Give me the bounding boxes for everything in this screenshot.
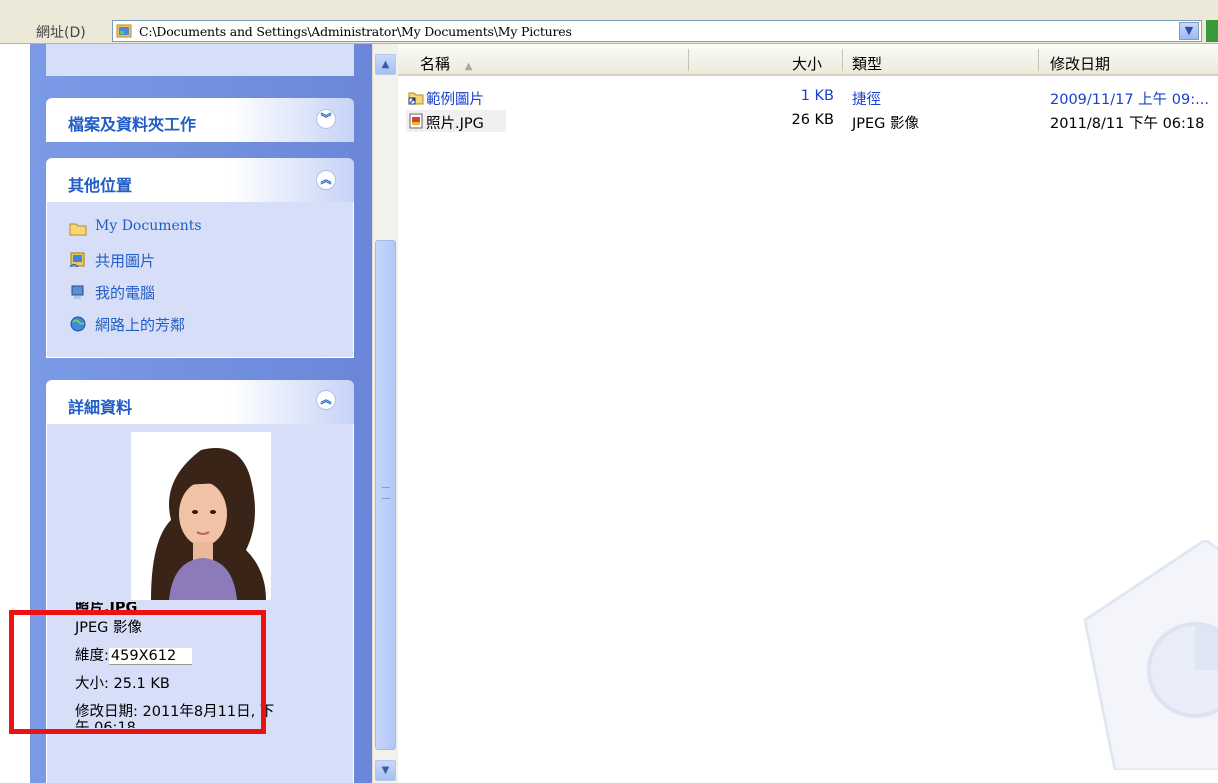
details-file-name: 照片.JPG: [75, 602, 138, 616]
file-name: 照片.JPG: [426, 116, 484, 132]
my-computer-icon: [71, 285, 84, 299]
details-file-type: JPEG 影像: [75, 620, 143, 636]
file-size: 1 KB: [800, 88, 834, 104]
column-header-row: 名稱 ▲ 大小 類型 修改日期: [398, 44, 1218, 76]
file-row[interactable]: 照片.JPG 26 KB JPEG 影像 2011/8/11 下午 06:18: [398, 110, 1218, 132]
sort-ascending-icon: ▲: [464, 61, 473, 72]
collapse-chevron-icon[interactable]: ︽: [316, 170, 336, 190]
column-header-modified[interactable]: 修改日期: [1050, 53, 1110, 74]
link-label: 共用圖片: [95, 252, 156, 270]
photo-thumbnail: [131, 432, 271, 600]
jpeg-file-icon: [409, 113, 423, 129]
link-label: 網路上的芳鄰: [95, 316, 186, 334]
other-places-body: My Documents 共用圖片 我的電腦 網路上的芳鄰: [46, 202, 354, 358]
details-title: 詳細資料: [68, 398, 133, 417]
collapsed-panel-fragment: [46, 44, 354, 76]
details-text: 照片.JPG JPEG 影像 維度: 459X612 大小: 25.1 KB 修改…: [75, 602, 274, 728]
link-label: My Documents: [95, 218, 202, 234]
column-header-name[interactable]: 名稱 ▲: [420, 53, 473, 74]
address-field[interactable]: C:\Documents and Settings\Administrator\…: [112, 20, 1202, 42]
expand-chevron-icon[interactable]: ︾: [316, 109, 336, 129]
go-button[interactable]: [1206, 20, 1218, 42]
file-type: 捷徑: [852, 92, 881, 108]
task-pane: 檔案及資料夾工作 ︾ 其他位置 ︽ My Documents 共用圖片 我的電腦…: [30, 44, 372, 783]
shortcut-folder-icon: [408, 92, 424, 105]
column-name-label: 名稱: [420, 55, 451, 73]
file-name: 範例圖片: [426, 92, 484, 108]
file-modified: 2009/11/17 上午 09:...: [1050, 92, 1209, 108]
file-tasks-header[interactable]: 檔案及資料夾工作 ︾: [46, 98, 354, 142]
details-body: 照片.JPG JPEG 影像 維度: 459X612 大小: 25.1 KB 修改…: [46, 424, 354, 783]
link-label: 我的電腦: [95, 284, 156, 302]
dimensions-value: 459X612: [108, 648, 193, 664]
dimensions-label: 維度:: [75, 648, 109, 664]
details-header[interactable]: 詳細資料 ︽: [46, 380, 354, 424]
file-type: JPEG 影像: [852, 116, 920, 132]
file-size: 26 KB: [791, 112, 834, 128]
shared-pictures-icon: [69, 252, 85, 268]
column-divider[interactable]: [1038, 49, 1039, 71]
column-header-size[interactable]: 大小: [792, 53, 822, 74]
file-row[interactable]: 範例圖片 1 KB 捷徑 2009/11/17 上午 09:...: [398, 86, 1218, 108]
column-header-type[interactable]: 類型: [852, 53, 882, 74]
address-dropdown-button[interactable]: ▼: [1179, 22, 1199, 40]
details-dimensions: 維度: 459X612: [75, 638, 274, 668]
scroll-grip-icon: [382, 487, 390, 499]
column-divider[interactable]: [842, 49, 843, 71]
address-bar: 網址(D) C:\Documents and Settings\Administ…: [0, 0, 1218, 44]
scroll-down-button[interactable]: ▼: [375, 760, 396, 781]
scroll-thumb[interactable]: [375, 240, 396, 750]
details-size: 大小: 25.1 KB: [75, 676, 170, 692]
folder-icon: [69, 223, 87, 236]
file-tasks-title: 檔案及資料夾工作: [68, 115, 197, 134]
file-modified: 2011/8/11 下午 06:18: [1050, 116, 1205, 132]
other-places-header[interactable]: 其他位置 ︽: [46, 158, 354, 202]
address-label: 網址(D): [36, 25, 86, 41]
column-divider[interactable]: [688, 49, 689, 71]
collapse-chevron-icon[interactable]: ︽: [316, 390, 336, 410]
other-places-title: 其他位置: [68, 176, 133, 195]
address-path[interactable]: C:\Documents and Settings\Administrator\…: [139, 24, 572, 39]
details-modified: 修改日期: 2011年8月11日, 下: [75, 704, 275, 720]
pictures-watermark-icon: [1083, 540, 1218, 770]
scroll-up-button[interactable]: ▲: [375, 54, 396, 75]
network-places-icon: [70, 316, 86, 332]
pictures-folder-icon: [116, 24, 132, 38]
task-pane-scrollbar[interactable]: ▲ ▼: [372, 44, 398, 783]
